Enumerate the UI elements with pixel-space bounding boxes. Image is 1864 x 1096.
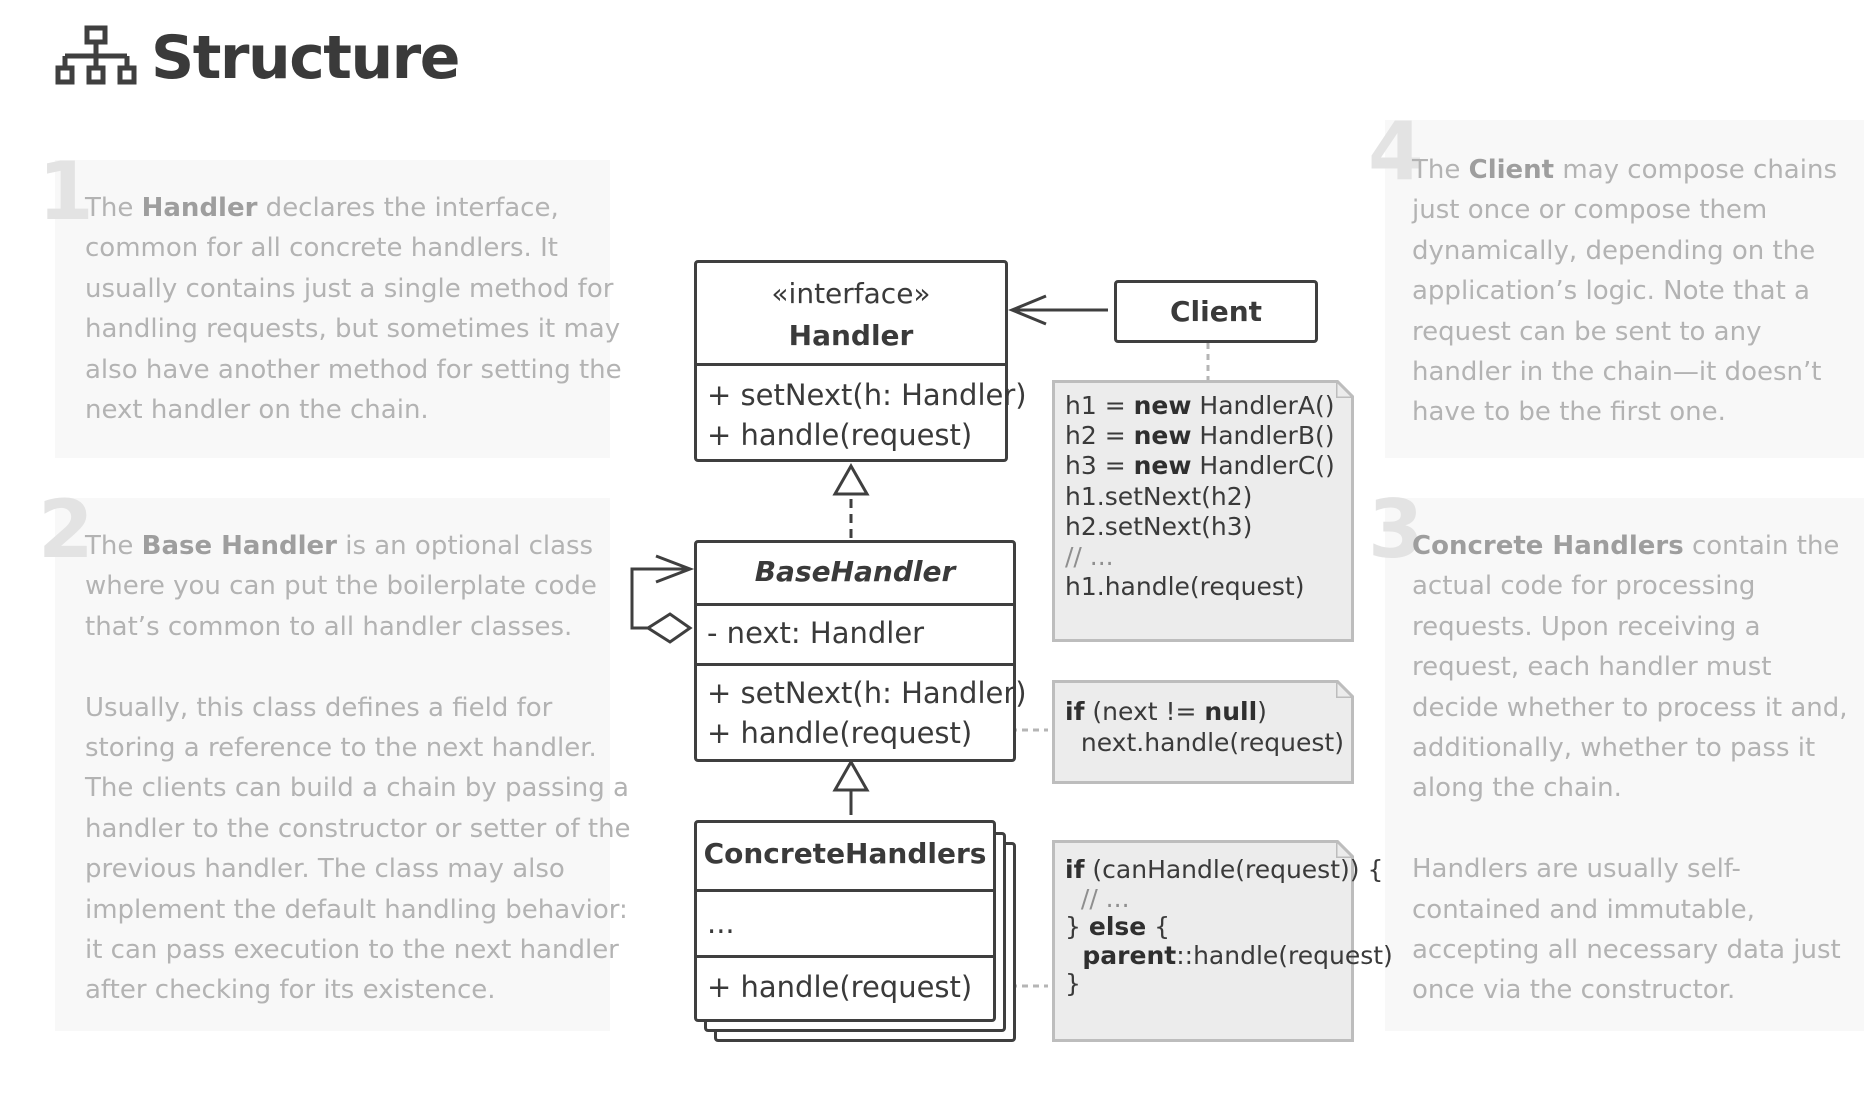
client-code-note: h1 = new HandlerA() h2 = new HandlerB() h3…	[1052, 380, 1354, 642]
class-fields: ...	[697, 889, 993, 955]
concrete-handler-code-note: if (canHandle(request)) { // ...} else {…	[1052, 840, 1393, 1042]
field-label: ...	[707, 906, 735, 940]
code-line: }	[1065, 969, 1081, 999]
stereotype-label: «interface»	[771, 277, 931, 310]
base-handler-box: BaseHandler - next: Handler + setNext(h:…	[694, 540, 1027, 762]
class-methods: + setNext(h: Handler) + handle(request)	[697, 363, 1027, 459]
class-name: ConcreteHandlers	[703, 837, 987, 870]
class-fields: - next: Handler	[697, 603, 1013, 663]
code-line: next.handle(request)	[1065, 727, 1344, 757]
class-header: ConcreteHandlers	[697, 823, 993, 889]
code-line: } else {	[1065, 912, 1171, 942]
field-label: - next: Handler	[707, 616, 925, 650]
method-label: + handle(request)	[707, 970, 973, 1004]
class-name: BaseHandler	[754, 555, 956, 588]
note-fold-icon	[1336, 380, 1354, 398]
code-line: parent::handle(request)	[1065, 940, 1393, 970]
method-label: + handle(request)	[707, 418, 973, 452]
code-line: h1.setNext(h2)	[1065, 481, 1253, 511]
code-line: h1.handle(request)	[1065, 572, 1305, 602]
class-header: BaseHandler	[697, 543, 1013, 603]
class-name: Handler	[788, 319, 914, 352]
method-label: + handle(request)	[707, 716, 973, 750]
base-handler-code-note: if (next != null) next.handle(request)	[1052, 680, 1354, 784]
code-line: if (next != null)	[1065, 697, 1267, 726]
class-header: «interface» Handler	[697, 263, 1005, 363]
realization-arrowhead	[832, 462, 870, 496]
code-line: h1 = new HandlerA()	[1065, 391, 1335, 420]
code-line: // ...	[1065, 542, 1114, 571]
code-line: h3 = new HandlerC()	[1065, 451, 1335, 481]
code-line: if (canHandle(request)) {	[1065, 855, 1384, 884]
code-line: // ...	[1065, 883, 1130, 913]
concrete-handlers-box: ConcreteHandlers ... + handle(request)	[694, 820, 996, 1022]
code-line: h2.setNext(h3)	[1065, 511, 1253, 541]
inheritance-arrowhead	[832, 758, 870, 792]
class-name: Client	[1169, 295, 1263, 328]
code-line: h2 = new HandlerB()	[1065, 421, 1335, 451]
class-methods: + handle(request)	[697, 955, 993, 1019]
aggregation-diamond	[645, 612, 693, 644]
handler-interface-box: «interface» Handler + setNext(h: Handler…	[694, 260, 1027, 462]
class-methods: + setNext(h: Handler) + handle(request)	[697, 663, 1027, 759]
method-label: + setNext(h: Handler)	[707, 378, 1027, 412]
method-label: + setNext(h: Handler)	[707, 676, 1027, 710]
client-box: Client	[1114, 280, 1318, 343]
note-fold-icon	[1336, 680, 1354, 698]
